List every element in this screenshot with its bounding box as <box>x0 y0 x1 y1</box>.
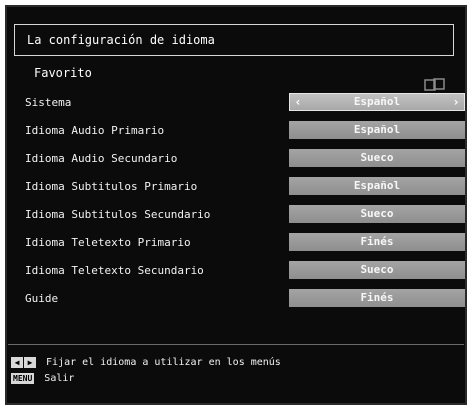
setting-row-audio-secundario[interactable]: Idioma Audio Secundario Sueco <box>0 149 473 169</box>
setting-label: Sistema <box>25 96 72 109</box>
divider <box>8 344 464 345</box>
setting-row-audio-primario[interactable]: Idioma Audio Primario Español <box>0 121 473 141</box>
left-right-keys: ◀ ▶ <box>11 357 36 368</box>
setting-value[interactable]: Sueco <box>289 205 465 223</box>
setting-row-sistema[interactable]: Sistema ‹ Español › <box>0 93 473 113</box>
setting-label: Idioma Subtitulos Primario <box>25 180 198 193</box>
setting-value: Español <box>353 95 401 108</box>
help-line-menu: MENU Salir <box>11 373 74 385</box>
setting-label: Idioma Teletexto Primario <box>25 236 191 249</box>
help-line-arrows: ◀ ▶ Fijar el idioma a utilizar en los men… <box>11 357 281 369</box>
setting-value[interactable]: Finés <box>289 233 465 251</box>
setting-row-subtitulos-secundario[interactable]: Idioma Subtitulos Secundario Sueco <box>0 205 473 225</box>
setting-label: Guide <box>25 292 59 305</box>
page-title: La configuración de idioma <box>14 24 454 56</box>
setting-row-teletexto-primario[interactable]: Idioma Teletexto Primario Finés <box>0 233 473 253</box>
setting-row-teletexto-secundario[interactable]: Idioma Teletexto Secundario Sueco <box>0 261 473 281</box>
setting-row-guide[interactable]: Guide Finés <box>0 289 473 309</box>
setting-label: Idioma Teletexto Secundario <box>25 264 204 277</box>
help-text: Fijar el idioma a utilizar en los menús <box>46 357 281 368</box>
setting-value[interactable]: Español <box>289 121 465 139</box>
arrow-left-icon[interactable]: ‹ <box>292 94 304 110</box>
setting-row-subtitulos-primario[interactable]: Idioma Subtitulos Primario Español <box>0 177 473 197</box>
menu-key-wrapper: MENU <box>11 373 35 384</box>
arrow-right-icon[interactable]: › <box>450 94 462 110</box>
setting-label: Idioma Audio Secundario <box>25 152 178 165</box>
setting-value[interactable]: Español <box>289 177 465 195</box>
setting-label: Idioma Subtitulos Secundario <box>25 208 211 221</box>
arrow-right-key-icon: ▶ <box>24 357 36 368</box>
section-title: Favorito <box>34 66 92 80</box>
setting-value[interactable]: Sueco <box>289 149 465 167</box>
setting-label: Idioma Audio Primario <box>25 124 165 137</box>
arrow-left-key-icon: ◀ <box>11 357 23 368</box>
setting-value-selector[interactable]: ‹ Español › <box>289 93 465 111</box>
help-text: Salir <box>44 373 75 384</box>
menu-key: MENU <box>11 373 35 384</box>
setting-value[interactable]: Sueco <box>289 261 465 279</box>
setting-value[interactable]: Finés <box>289 289 465 307</box>
